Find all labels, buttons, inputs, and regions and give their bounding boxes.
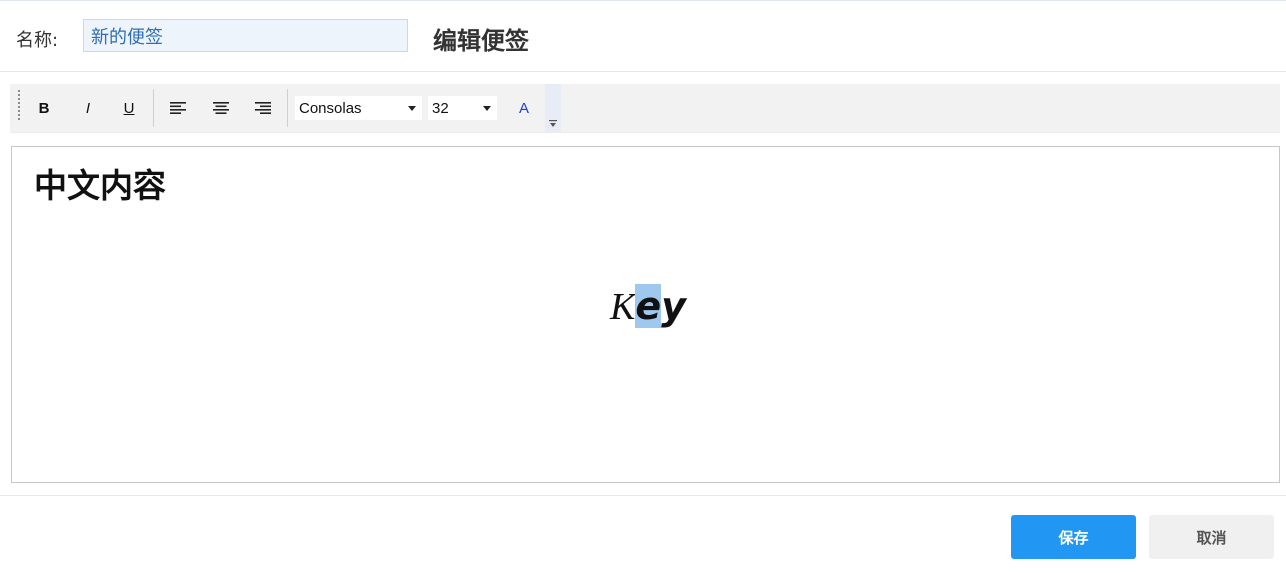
save-button[interactable]: 保存	[1011, 515, 1136, 559]
toolbar-overflow-button[interactable]	[545, 84, 561, 132]
align-left-button[interactable]	[161, 93, 195, 123]
editor-toolbar: B I U Consolas 32 A	[10, 84, 1280, 133]
italic-button[interactable]: I	[71, 93, 105, 123]
underline-button[interactable]: U	[112, 93, 146, 123]
caret-down-icon	[408, 105, 416, 111]
font-color-button[interactable]: A	[508, 93, 540, 123]
chevron-down-icon	[549, 120, 557, 127]
top-border	[0, 0, 1286, 1]
key-char-y: y	[661, 284, 686, 328]
toolbar-separator	[153, 89, 154, 127]
font-family-value: Consolas	[299, 99, 362, 117]
page-title: 编辑便签	[433, 27, 529, 55]
name-label: 名称:	[16, 30, 59, 51]
align-center-button[interactable]	[204, 93, 238, 123]
cancel-button[interactable]: 取消	[1149, 515, 1274, 559]
align-right-icon	[255, 102, 271, 114]
header-divider	[0, 71, 1286, 72]
align-center-icon	[213, 102, 229, 114]
toolbar-grip-handle[interactable]	[18, 90, 20, 122]
align-left-icon	[170, 102, 186, 114]
toolbar-separator	[287, 89, 288, 127]
font-size-value: 32	[432, 99, 449, 117]
editor-heading-text: 中文内容	[34, 166, 166, 205]
align-right-button[interactable]	[246, 93, 280, 123]
font-size-select[interactable]: 32	[428, 96, 497, 120]
bold-button[interactable]: B	[27, 93, 61, 123]
name-input[interactable]	[83, 19, 408, 52]
font-family-select[interactable]: Consolas	[295, 96, 422, 120]
footer-divider	[0, 495, 1286, 496]
key-char-e-selected: e	[635, 284, 662, 328]
key-char-k: K	[610, 286, 636, 328]
note-content-editor[interactable]: 中文内容 Key	[11, 146, 1280, 483]
editor-key-text: Key	[610, 282, 686, 331]
caret-down-icon	[483, 105, 491, 111]
